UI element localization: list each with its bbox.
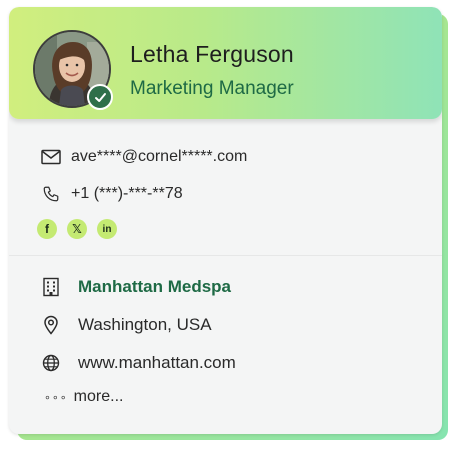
more-dots-icon: ∘∘∘	[44, 391, 68, 404]
email-value: ave****@cornel*****.com	[71, 148, 248, 165]
profile-card-container: Letha Ferguson Marketing Manager ave****…	[0, 0, 459, 454]
profile-title: Marketing Manager	[130, 78, 294, 99]
facebook-icon[interactable]: f	[37, 219, 57, 239]
company-name: Manhattan Medspa	[78, 277, 232, 296]
phone-row[interactable]: +1 (***)-***-**78	[40, 183, 183, 205]
phone-value: +1 (***)-***-**78	[71, 185, 183, 202]
website-row[interactable]: www.manhattan.com	[40, 352, 236, 374]
section-divider	[9, 255, 442, 256]
avatar-container	[33, 30, 113, 110]
mail-icon	[40, 146, 62, 168]
location-value: Washington, USA	[78, 315, 212, 334]
more-button[interactable]: ∘∘∘ more...	[44, 388, 123, 406]
map-pin-icon	[40, 314, 62, 336]
social-links: f 𝕏 in	[37, 219, 117, 239]
checkmark-icon	[94, 92, 106, 102]
building-icon	[40, 276, 62, 298]
profile-name: Letha Ferguson	[130, 41, 294, 67]
company-row[interactable]: Manhattan Medspa	[40, 276, 231, 298]
more-label: more...	[73, 388, 124, 405]
verified-badge	[87, 84, 113, 110]
linkedin-icon[interactable]: in	[97, 219, 117, 239]
location-row: Washington, USA	[40, 314, 212, 336]
website-value: www.manhattan.com	[78, 353, 236, 372]
phone-icon	[40, 183, 62, 205]
email-row[interactable]: ave****@cornel*****.com	[40, 146, 247, 168]
globe-icon	[40, 352, 62, 374]
x-twitter-icon[interactable]: 𝕏	[67, 219, 87, 239]
profile-card: Letha Ferguson Marketing Manager ave****…	[9, 7, 442, 434]
card-header: Letha Ferguson Marketing Manager	[9, 7, 442, 119]
